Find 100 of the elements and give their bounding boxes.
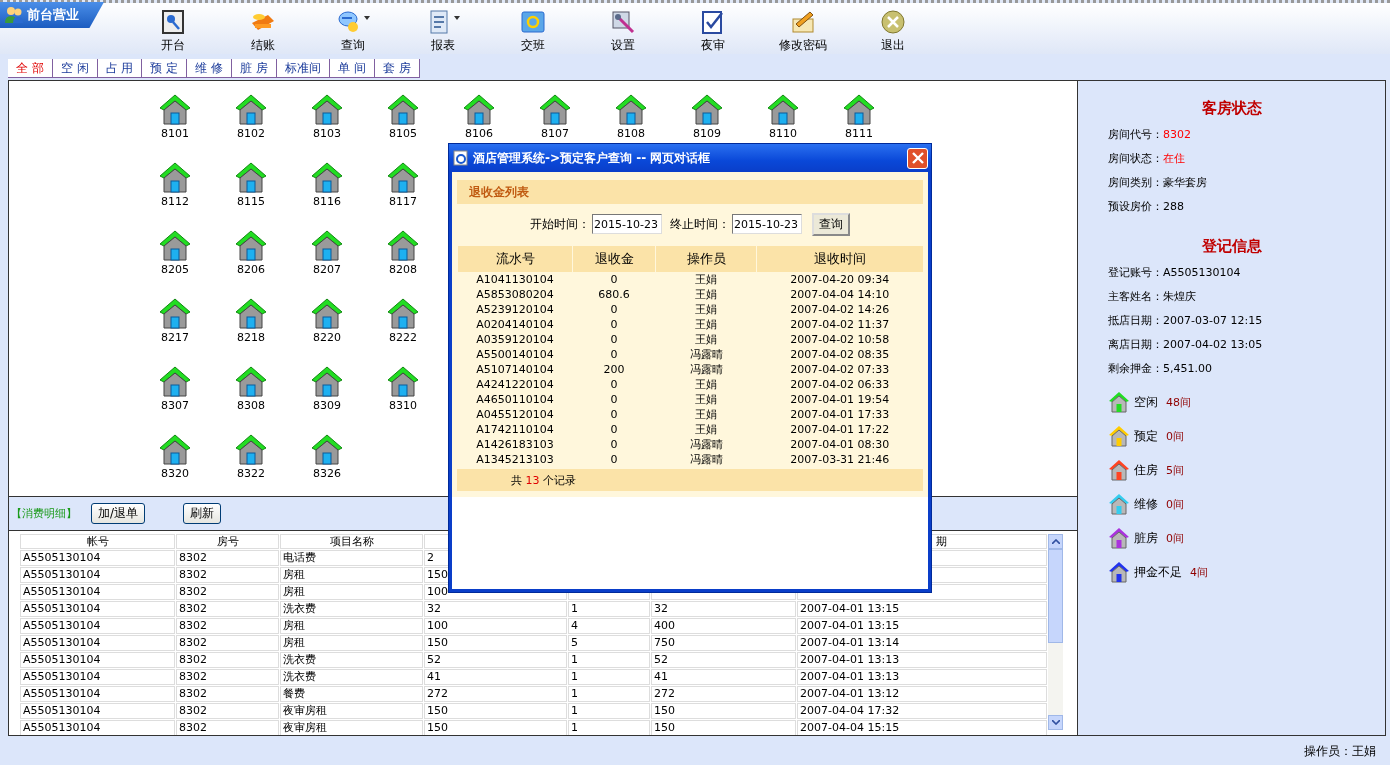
room-tile[interactable]: 8102 (213, 93, 289, 161)
table-cell-text: 2007-04-01 17:33 (789, 407, 891, 422)
toolbar-button[interactable]: 设置 (578, 3, 668, 54)
table-cell-text: 2007-04-02 08:35 (789, 347, 891, 362)
toolbar-button[interactable]: 开台 (128, 3, 218, 54)
toolbar-button[interactable]: 退出 (848, 3, 938, 54)
table-cell: 8302 (176, 720, 279, 735)
table-cell: 4 (568, 618, 650, 634)
room-tile[interactable]: 8205 (137, 229, 213, 297)
field-label: 离店日期： (1108, 338, 1163, 351)
table-cell: 房租 (280, 567, 423, 583)
house-icon (310, 161, 344, 195)
filter-tab[interactable]: 预 定 (142, 59, 188, 78)
field-value: A5505130104 (1163, 266, 1241, 279)
table-cell-text: 冯露晴 (688, 437, 724, 452)
table-cell-text: 0 (609, 347, 619, 362)
table-cell: 32 (651, 601, 796, 617)
room-tile[interactable]: 8115 (213, 161, 289, 229)
house-icon (234, 161, 268, 195)
table-cell: 2007-04-04 17:32 (797, 703, 1047, 719)
filter-tab[interactable]: 空 闲 (52, 59, 98, 78)
table-cell-text: 2007-04-01 08:30 (789, 437, 891, 452)
room-tile[interactable]: 8103 (289, 93, 365, 161)
toolbar-button[interactable]: 查询 (308, 3, 398, 54)
panel-title: 登记信息 (1200, 237, 1263, 256)
table-cell-text: 0 (609, 302, 619, 317)
field-label: 预设房价： (1108, 200, 1163, 213)
scrollbar[interactable] (1048, 534, 1063, 730)
filter-tab[interactable]: 标准间 (276, 59, 330, 78)
room-tile[interactable]: 8320 (137, 433, 213, 501)
table-cell: A5505130104 (20, 669, 175, 685)
table-cell: 750 (651, 635, 796, 651)
close-button[interactable] (907, 147, 928, 169)
room-tile[interactable]: 8117 (365, 161, 441, 229)
house-icon (386, 93, 420, 127)
field-label: 主客姓名： (1108, 290, 1163, 303)
field-value: 豪华套房 (1163, 176, 1207, 189)
room-tile[interactable]: 8307 (137, 365, 213, 433)
house-icon (310, 93, 344, 127)
room-tile[interactable]: 8222 (365, 297, 441, 365)
table-cell-text: A5500140104 (475, 347, 555, 362)
table-cell: 2007-04-04 15:15 (797, 720, 1047, 735)
room-tile[interactable]: 8112 (137, 161, 213, 229)
date-field[interactable]: 2015-10-23 (732, 214, 802, 234)
table-cell: 电话费 (280, 550, 423, 566)
table-cell-text: 王娟 (694, 422, 718, 437)
room-tile[interactable]: 8111 (821, 93, 897, 161)
filter-tab[interactable]: 占 用 (97, 59, 143, 78)
room-tile[interactable]: 8208 (365, 229, 441, 297)
legend-count: 4间 (1190, 564, 1208, 580)
room-tile[interactable]: 8116 (289, 161, 365, 229)
room-tile[interactable]: 8206 (213, 229, 289, 297)
room-tile[interactable]: 8220 (289, 297, 365, 365)
table-cell: 1 (568, 703, 650, 719)
field-value: 在住 (1163, 152, 1185, 165)
filter-tab[interactable]: 脏 房 (232, 59, 277, 78)
filter-tab[interactable]: 全 部 (8, 59, 53, 78)
room-tile[interactable]: 8310 (365, 365, 441, 433)
field-label: 开始时间： (530, 215, 590, 233)
room-tile[interactable]: 8110 (745, 93, 821, 161)
checklist-icon (700, 9, 726, 35)
toolbar-button[interactable]: 交班 (488, 3, 578, 54)
filter-tab[interactable]: 单 间 (329, 59, 375, 78)
table-cell: 1 (568, 669, 650, 685)
pencil-icon (790, 9, 816, 35)
room-tile[interactable]: 8207 (289, 229, 365, 297)
column-header: 项目名称 (280, 534, 423, 549)
room-tile[interactable]: 8308 (213, 365, 289, 433)
house-icon (386, 365, 420, 399)
house-icon (158, 93, 192, 127)
room-tile[interactable]: 8105 (365, 93, 441, 161)
scroll-up-icon (1051, 539, 1060, 544)
table-cell: 夜审房租 (280, 703, 423, 719)
toolbar-button[interactable]: 夜审 (668, 3, 758, 54)
table-cell-text: 王娟 (694, 332, 718, 347)
refresh-icon (520, 9, 546, 35)
table-cell-text: 0 (609, 452, 619, 467)
filter-tab[interactable]: 维 修 (187, 59, 233, 78)
date-field[interactable]: 2015-10-23 (592, 214, 662, 234)
table-cell: A5505130104 (20, 703, 175, 719)
action-button[interactable]: 刷新 (183, 503, 222, 524)
table-cell: A5505130104 (20, 652, 175, 668)
query-button[interactable]: 查询 (812, 212, 850, 236)
table-cell-text: 冯露晴 (688, 452, 724, 467)
action-button[interactable]: 加/退单 (91, 503, 146, 524)
room-tile[interactable]: 8218 (213, 297, 289, 365)
app-tab[interactable]: 前台营业 (0, 2, 104, 28)
table-cell: 1 (568, 686, 650, 702)
room-tile[interactable]: 8326 (289, 433, 365, 501)
room-tile[interactable]: 8322 (213, 433, 289, 501)
room-tile[interactable]: 8309 (289, 365, 365, 433)
filter-tab[interactable]: 套 房 (374, 59, 420, 78)
room-tile[interactable]: 8101 (137, 93, 213, 161)
toolbar-button[interactable]: 修改密码 (758, 3, 848, 54)
house-icon (766, 93, 800, 127)
room-tile[interactable]: 8217 (137, 297, 213, 365)
toolbar-button[interactable]: 报表 (398, 3, 488, 54)
toolbar-button[interactable]: 结账 (218, 3, 308, 54)
field-value: 2007-04-02 13:05 (1163, 338, 1263, 351)
table-cell: 2007-04-01 13:13 (797, 652, 1047, 668)
